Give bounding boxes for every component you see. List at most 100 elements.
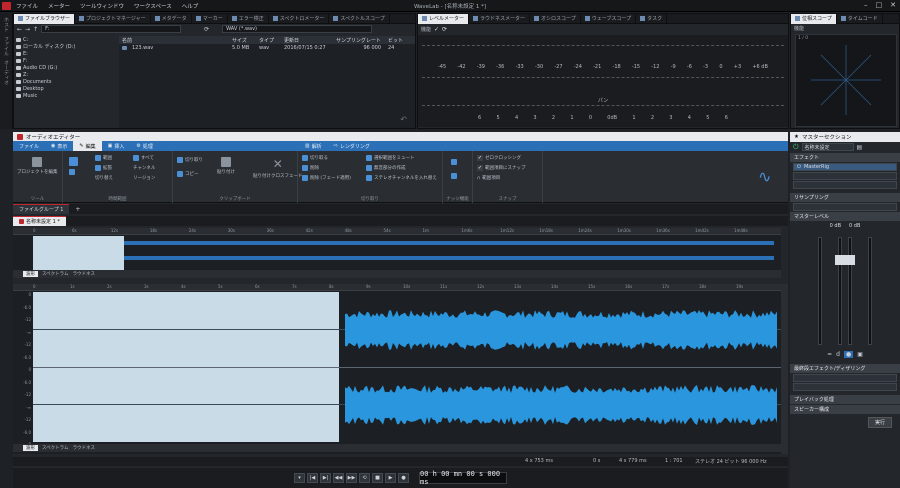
region-button[interactable]: リージョン [133, 175, 155, 181]
format-status[interactable]: ステレオ 24 ビット 96 000 Hz [695, 458, 767, 465]
preset-field[interactable]: 名称未設定 [801, 143, 854, 151]
time-display[interactable]: 00 h 00 mn 00 s 000 ms [419, 470, 507, 486]
paste-button[interactable]: 貼り付け [217, 157, 235, 175]
reset-icon[interactable]: ⟳ [442, 26, 447, 33]
tree-item[interactable]: ローカル ディスク (D:) [16, 43, 116, 50]
range-items-button[interactable]: ∩ 範囲項目 [477, 175, 500, 182]
toggle-button[interactable]: 切り替え [95, 175, 113, 181]
tree-item[interactable]: F: [16, 57, 116, 64]
effect-slot-3[interactable] [793, 181, 897, 189]
nudge-up-button[interactable] [451, 159, 457, 165]
select-tool[interactable] [69, 157, 78, 166]
fast-forward-icon[interactable]: ▶▶ [346, 473, 357, 483]
trim-button[interactable]: 切り取る [302, 155, 328, 161]
tab-loudness[interactable]: ラウドネスメーター [469, 13, 531, 24]
forward-icon[interactable]: → [25, 26, 30, 33]
view-tab-waveform[interactable]: 波形 [23, 445, 38, 451]
zero-crossing-checkbox[interactable]: ✓ ゼロクロッシング [477, 155, 521, 161]
tab-phase-scope[interactable]: 位相スコープ [791, 13, 837, 24]
resampling-slot[interactable] [793, 203, 897, 211]
tree-item[interactable]: Z: [16, 71, 116, 78]
swap-channels-button[interactable]: ステレオチャンネルを入れ替え [366, 175, 437, 181]
undo-icon[interactable]: ↶ [400, 115, 407, 124]
final-slot-2[interactable] [793, 383, 897, 391]
up-icon[interactable]: ↑ [33, 26, 38, 33]
scale-status[interactable]: 1 : 701 [665, 458, 683, 464]
tree-item[interactable]: Documents [16, 78, 116, 85]
tab-view[interactable]: ◉ 表示 [45, 141, 73, 151]
tab-spectrometer[interactable]: スペクトロメーター [269, 13, 330, 24]
tab-marker[interactable]: マーカー [192, 13, 228, 24]
filter-select[interactable]: WAV (*.wav) [222, 25, 373, 33]
snap-items-checkbox[interactable]: ✓ 範囲項目にスナップ [477, 165, 526, 171]
delete-fade-button[interactable]: 削除 (フェード適用) [302, 175, 351, 181]
tab-file[interactable]: ファイル [13, 141, 45, 151]
generate-silence-button[interactable]: 無音部分の作成 [366, 165, 406, 171]
col-size[interactable]: サイズ [229, 37, 256, 44]
col-name[interactable]: 名前 [119, 37, 229, 44]
tab-metadata[interactable]: メタデータ [151, 13, 192, 24]
table-row[interactable]: 123.wav 5.0 MB wav 2016/07/15 0:27 96 00… [119, 44, 415, 51]
tab-timecode[interactable]: タイムコード [837, 13, 883, 24]
extend-button[interactable]: 拡張 [95, 165, 112, 171]
function-button[interactable]: 機能 [421, 26, 431, 33]
link-icon[interactable]: = [827, 351, 832, 358]
record-icon[interactable]: ● [398, 473, 409, 483]
effect-slot-2[interactable] [793, 172, 897, 180]
tab-render[interactable]: ⇨ レンダリング [328, 141, 376, 151]
tab-process[interactable]: ⚙ 処理 [130, 141, 159, 151]
final-slot-1[interactable] [793, 374, 897, 382]
tree-item[interactable]: Audio CD (G:) [16, 64, 116, 71]
cut-button[interactable]: 切り取り [177, 157, 203, 163]
file-group-tab[interactable]: ファイルグループ 1 [13, 204, 70, 214]
tree-item[interactable]: C: [16, 36, 116, 43]
vstrip-label[interactable]: ホスト [3, 17, 10, 32]
tree-item[interactable]: Desktop [16, 85, 116, 92]
check-icon[interactable]: ✓ [434, 26, 439, 33]
fader-handle-right[interactable] [845, 255, 855, 265]
zoom-out-icon[interactable]: ▾ [294, 473, 305, 483]
render-button[interactable]: 実行 [867, 417, 892, 428]
add-group-icon[interactable]: + [75, 206, 80, 213]
tab-oscilloscope[interactable]: オシロスコープ [530, 13, 581, 24]
play-icon[interactable]: ▶ [385, 473, 396, 483]
back-icon[interactable]: ← [17, 26, 22, 33]
length-status[interactable]: 4 s 779 ms [619, 458, 647, 464]
tab-error[interactable]: エラー検正 [228, 13, 269, 24]
tree-item[interactable]: E: [16, 50, 116, 57]
minimize-icon[interactable]: – [864, 1, 868, 9]
mono-icon[interactable]: ● [843, 351, 854, 358]
preset-menu-icon[interactable]: ▤ [857, 144, 863, 151]
tree-item[interactable]: Music [16, 92, 116, 99]
view-tab-loudness[interactable]: ラウドネス [73, 445, 96, 451]
scope-function[interactable]: 機能 [791, 24, 899, 33]
vstrip-label[interactable]: ファイル [3, 36, 10, 56]
cursor-status[interactable]: 0 s [593, 458, 600, 464]
loop-icon[interactable]: ⟲ [359, 473, 370, 483]
tab-level-meter[interactable]: レベルメーター [418, 13, 470, 24]
overview-waveform[interactable]: 0 6s 12s 18s 24s 30s 36s 42s 48s 54s 1m 1m6s 1m12s 1m… [13, 228, 781, 278]
go-end-icon[interactable]: ▶| [320, 473, 331, 483]
all-button[interactable]: すべて [133, 155, 154, 161]
view-tab-waveform[interactable]: 波形 [23, 271, 38, 277]
nudge-down-button[interactable] [451, 173, 457, 179]
vertical-scrollbar[interactable] [781, 284, 788, 454]
view-tab-loudness[interactable]: ラウドネス [73, 271, 96, 277]
dither-icon[interactable]: d [836, 351, 840, 358]
main-waveform[interactable]: 0 1s 2s 3s 4s 5s 6s 7s 8s 9s 10s 11s 12s 13s 14s 15s 16s… [13, 284, 781, 454]
tab-wavescope[interactable]: ウェーブスコープ [581, 13, 637, 24]
effect-slot-1[interactable]: ⏻ MasterRig [793, 163, 897, 171]
vstrip-label[interactable]: オーディオ [3, 60, 10, 85]
tab-analysis[interactable]: ▥ 解析 [299, 141, 328, 151]
overview-selection[interactable] [33, 236, 124, 270]
maximize-icon[interactable]: □ [876, 1, 883, 9]
delete-button[interactable]: 削除 [302, 165, 319, 171]
view-tab-spectrum[interactable]: スペクトラム [42, 271, 69, 277]
tab-task[interactable]: タスク [636, 13, 668, 24]
mute-selection-button[interactable]: 選択範囲をミュート [366, 155, 415, 161]
copy-button[interactable]: コピー [177, 171, 199, 177]
tab-spectroscope[interactable]: スペクトルスコープ [329, 13, 390, 24]
path-input[interactable]: F: [41, 25, 182, 33]
edit-project-button[interactable]: プロジェクトを編集 [17, 157, 58, 175]
stop-icon[interactable]: ■ [372, 473, 383, 483]
